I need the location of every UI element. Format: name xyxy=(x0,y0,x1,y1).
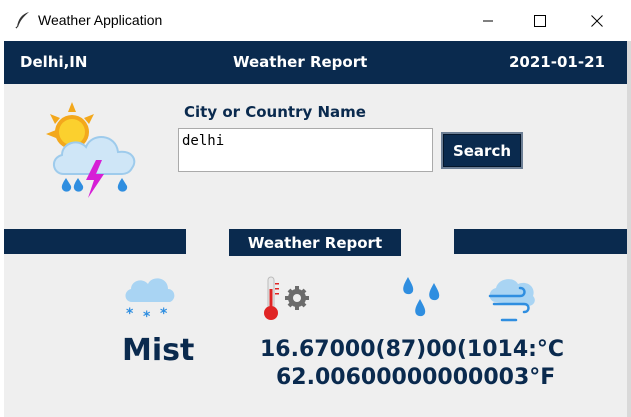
temperature-celsius: 16.67000(87)00(1014:°C xyxy=(260,337,565,362)
search-button[interactable]: Search xyxy=(441,132,523,169)
maximize-icon xyxy=(534,14,546,27)
snow-cloud-icon: * * * xyxy=(125,278,175,322)
header-title: Weather Report xyxy=(233,53,368,71)
date-label: 2021-01-21 xyxy=(509,53,605,71)
svg-text:*: * xyxy=(160,306,168,322)
minimize-icon xyxy=(483,20,493,21)
svg-text:*: * xyxy=(126,306,134,322)
wind-icon xyxy=(488,279,535,322)
svg-text:*: * xyxy=(143,309,151,322)
close-icon xyxy=(591,14,603,27)
window-edge xyxy=(627,41,631,417)
title-bar: Weather Application xyxy=(0,0,631,41)
section-title: Weather Report xyxy=(229,229,401,256)
window-title: Weather Application xyxy=(38,12,163,28)
city-label: City or Country Name xyxy=(184,103,366,121)
close-button[interactable] xyxy=(571,0,623,41)
section-bar-left xyxy=(4,229,186,254)
section-bar-right xyxy=(454,229,627,254)
sun-cloud-storm-icon xyxy=(46,102,136,198)
feather-icon xyxy=(15,12,29,29)
droplets-icon xyxy=(403,277,440,317)
temperature-fahrenheit: 62.00600000000003°F xyxy=(276,365,556,390)
minimize-button[interactable] xyxy=(462,0,514,41)
city-input[interactable]: delhi xyxy=(178,128,433,172)
readings-panel: 16.67000(87)00(1014:°C 62.00600000000003… xyxy=(258,336,627,396)
thermometer-gear-icon xyxy=(264,276,309,320)
location-label: Delhi,IN xyxy=(20,53,88,71)
header-bar: Delhi,IN Weather Report 2021-01-21 xyxy=(4,41,627,84)
weather-condition: Mist xyxy=(122,333,195,368)
maximize-button[interactable] xyxy=(514,0,566,41)
